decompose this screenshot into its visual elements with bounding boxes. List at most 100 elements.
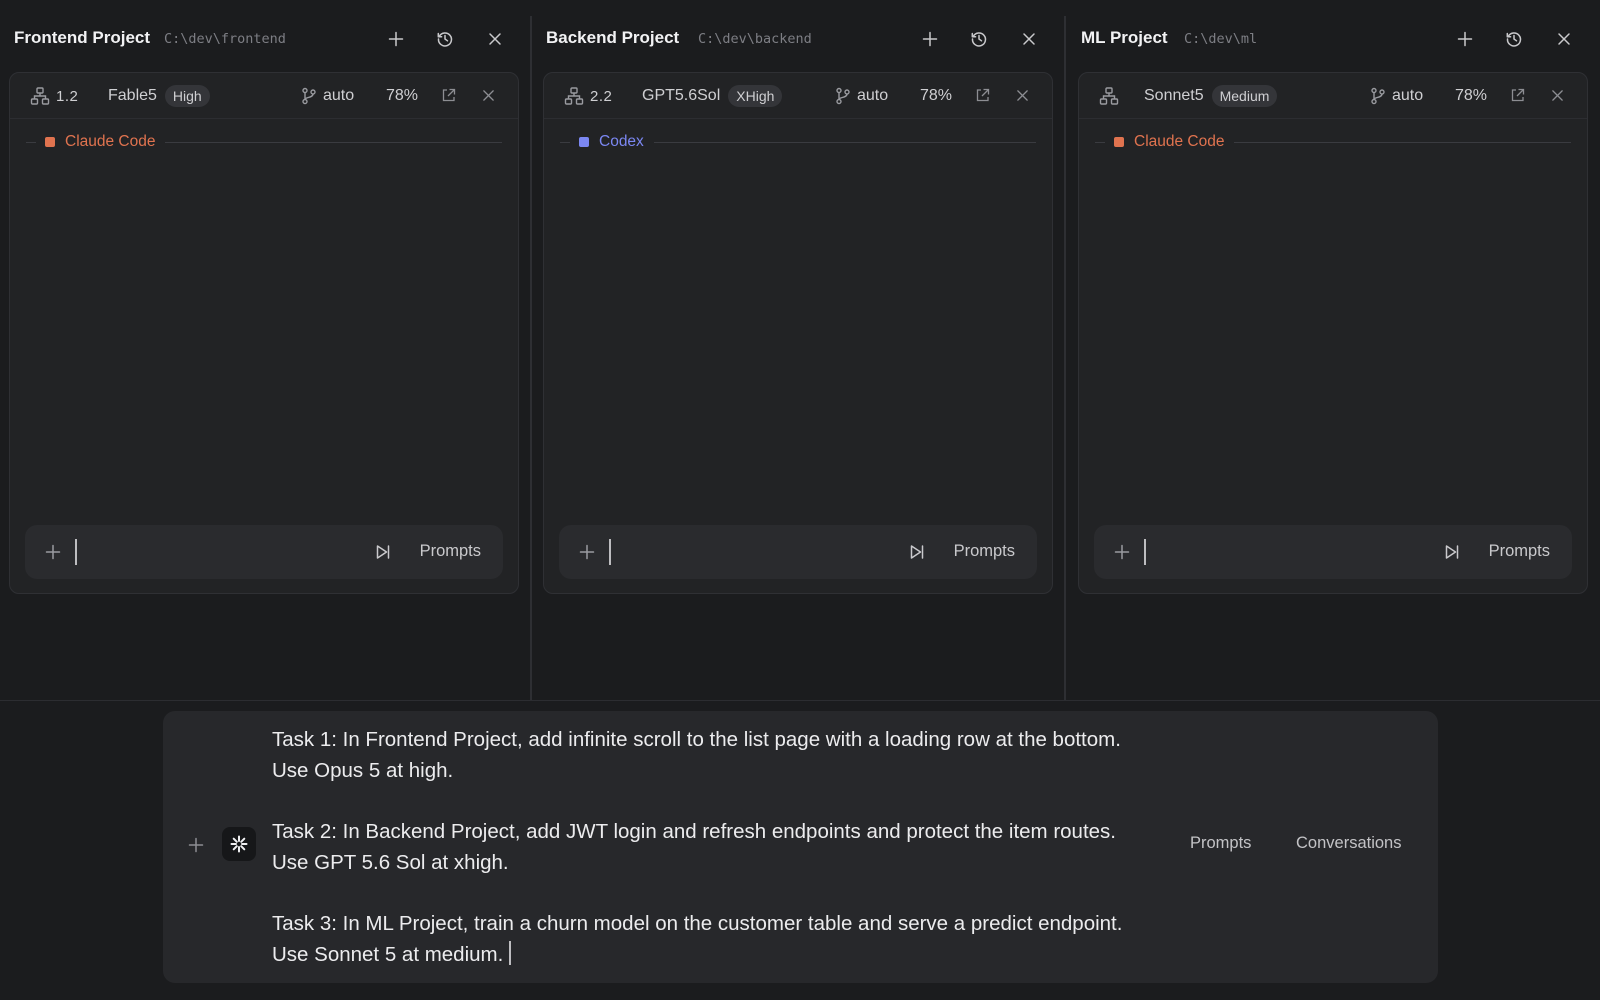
attach-button[interactable] — [41, 540, 65, 564]
branch-selector[interactable]: auto — [301, 85, 354, 107]
new-session-button[interactable] — [916, 25, 944, 53]
composer-line: Use GPT 5.6 Sol at xhigh. — [272, 851, 509, 874]
close-pane-button[interactable] — [1015, 25, 1043, 53]
agent-label: Claude Code — [65, 133, 156, 150]
history-button[interactable] — [965, 25, 993, 53]
composer-mode-button[interactable] — [222, 827, 256, 861]
composer-blank-line — [272, 878, 1192, 908]
project-pane-backend: Backend Project C:\dev\backend 2.2 GPT5.… — [532, 0, 1066, 700]
session-header: 1.2 Fable5 High auto 78% — [10, 73, 518, 119]
open-external-button[interactable] — [441, 84, 456, 106]
session-input[interactable]: Prompts — [559, 525, 1037, 579]
composer-area: Task 1: In Frontend Project, add infinit… — [0, 700, 1600, 1000]
model-selector[interactable]: GPT5.6Sol XHigh — [642, 85, 783, 107]
pane-header: Frontend Project C:\dev\frontend — [0, 20, 531, 58]
project-pane-frontend: Frontend Project C:\dev\frontend 1.2 Fab… — [0, 0, 531, 700]
hierarchy-icon — [30, 87, 50, 105]
session-header: 2.2 GPT5.6Sol XHigh auto 78% — [544, 73, 1052, 119]
composer-line: Task 1: In Frontend Project, add infinit… — [272, 728, 1121, 751]
skip-forward-icon — [1445, 545, 1459, 559]
prompts-button[interactable]: Prompts — [954, 542, 1015, 561]
prompts-button[interactable]: Prompts — [1489, 542, 1550, 561]
plus-icon — [188, 837, 204, 853]
session-tree-button[interactable]: 2.2 — [564, 85, 612, 107]
close-session-button[interactable] — [482, 84, 495, 106]
open-external-button[interactable] — [1510, 84, 1525, 106]
agent-label: Codex — [599, 133, 644, 150]
skip-button[interactable] — [905, 540, 929, 564]
close-icon — [1017, 89, 1028, 101]
history-button[interactable] — [431, 25, 459, 53]
divider — [653, 141, 1036, 143]
session-tree-button[interactable]: 1.2 — [30, 85, 78, 107]
close-pane-button[interactable] — [1550, 25, 1578, 53]
effort-badge: XHigh — [728, 85, 783, 107]
text-caret — [509, 941, 512, 965]
composer-prompts-button[interactable]: Prompts — [1190, 834, 1251, 853]
model-selector[interactable]: Sonnet5 Medium — [1144, 85, 1278, 107]
composer-attach-button[interactable] — [185, 834, 207, 856]
history-button[interactable] — [1500, 25, 1528, 53]
effort-badge: Medium — [1211, 85, 1278, 107]
session-index: 2.2 — [590, 87, 613, 105]
sparkle-icon — [230, 835, 248, 853]
session-input[interactable]: Prompts — [25, 525, 503, 579]
plus-icon — [45, 544, 61, 560]
branch-label: auto — [323, 87, 355, 104]
new-session-button[interactable] — [382, 25, 410, 53]
close-icon — [489, 33, 501, 45]
branch-selector[interactable]: auto — [835, 85, 888, 107]
project-title: Frontend Project — [14, 28, 151, 47]
session-tree-button[interactable] — [1099, 85, 1125, 107]
close-icon — [483, 89, 494, 101]
agent-row: Claude Code — [1095, 132, 1571, 152]
branch-label: auto — [857, 87, 889, 104]
prompts-button[interactable]: Prompts — [420, 542, 481, 561]
session-input[interactable]: Prompts — [1094, 525, 1572, 579]
external-link-icon — [442, 88, 456, 101]
plus-icon — [1457, 31, 1473, 47]
open-external-button[interactable] — [975, 84, 990, 106]
skip-button[interactable] — [1440, 540, 1464, 564]
context-usage: 78% — [1455, 85, 1487, 107]
model-name: GPT5.6Sol — [642, 87, 721, 104]
workspace-panes: Frontend Project C:\dev\frontend 1.2 Fab… — [0, 0, 1600, 700]
close-icon — [1558, 33, 1570, 45]
plus-icon — [1114, 544, 1130, 560]
session-card: Sonnet5 Medium auto 78% Claude Code Prom… — [1078, 72, 1588, 594]
text-caret — [1144, 539, 1146, 565]
composer-last-line: Use Sonnet 5 at medium. — [272, 939, 1192, 970]
attach-button[interactable] — [1110, 540, 1134, 564]
effort-badge: High — [164, 85, 210, 107]
new-session-button[interactable] — [1451, 25, 1479, 53]
skip-button[interactable] — [371, 540, 395, 564]
composer-line: Use Opus 5 at high. — [272, 759, 454, 782]
divider — [560, 141, 570, 143]
project-path: C:\dev\backend — [698, 31, 812, 47]
pane-divider[interactable] — [1064, 16, 1066, 700]
project-pane-ml: ML Project C:\dev\ml Sonnet5 Medium auto… — [1067, 0, 1600, 700]
composer-blank-line — [272, 786, 1192, 816]
plus-icon — [579, 544, 595, 560]
context-percent: 78% — [920, 87, 953, 104]
composer-input[interactable]: Task 1: In Frontend Project, add infinit… — [163, 711, 1438, 983]
git-branch-icon — [836, 87, 850, 105]
agent-row: Claude Code — [26, 132, 502, 152]
close-session-button[interactable] — [1016, 84, 1029, 106]
conversations-button[interactable]: Conversations — [1296, 834, 1401, 853]
history-icon — [1506, 32, 1522, 47]
composer-line: Task 2: In Backend Project, add JWT logi… — [272, 820, 1117, 843]
skip-forward-icon — [910, 545, 924, 559]
composer-text: Task 1: In Frontend Project, add infinit… — [272, 724, 1192, 970]
agent-color-dot — [1114, 137, 1124, 147]
close-pane-button[interactable] — [481, 25, 509, 53]
branch-selector[interactable]: auto — [1370, 85, 1423, 107]
close-session-button[interactable] — [1551, 84, 1564, 106]
git-branch-icon — [302, 87, 316, 105]
project-title: Backend Project — [546, 28, 680, 47]
agent-row: Codex — [560, 132, 1036, 152]
session-index: 1.2 — [56, 87, 79, 105]
model-selector[interactable]: Fable5 High — [108, 85, 210, 107]
agent-color-dot — [45, 137, 55, 147]
attach-button[interactable] — [575, 540, 599, 564]
